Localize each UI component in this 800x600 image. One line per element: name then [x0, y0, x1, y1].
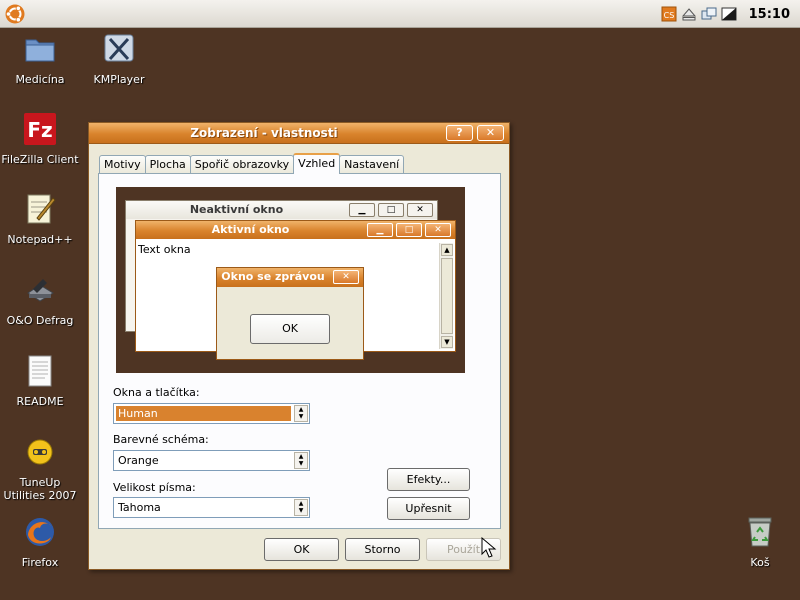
clock[interactable]: 15:10 — [749, 7, 790, 22]
preview-msg-title: Okno se zprávou — [221, 270, 325, 283]
desktop-icon-label: O&O Defrag — [6, 314, 74, 327]
desktop-icon-label: Medicína — [15, 73, 65, 86]
preview-active-title: Aktivní okno — [211, 223, 290, 236]
svg-text:CS: CS — [663, 11, 674, 20]
top-panel: CS 15:10 — [0, 0, 800, 28]
tab-plocha[interactable]: Plocha — [144, 155, 191, 174]
notepad-icon — [27, 194, 56, 224]
scroll-down-icon: ▼ — [441, 336, 453, 348]
ubuntu-menu-icon[interactable] — [4, 3, 26, 25]
folder-icon — [25, 39, 55, 62]
tab-vzhled[interactable]: Vzhled — [293, 153, 341, 174]
desktop-icon-label: TuneUp Utilities 2007 — [3, 476, 77, 502]
preview-message-box: Okno se zprávou ✕ OK — [216, 267, 364, 360]
firefox-icon — [26, 518, 54, 546]
preview-close-icon: ✕ — [425, 223, 451, 237]
dialog-titlebar[interactable]: Zobrazení - vlastnosti ? ✕ — [89, 123, 509, 144]
tab-strip: Motivy Plocha Spořič obrazovky Vzhled Na… — [99, 153, 405, 174]
desktop-icon-label: FileZilla Client — [1, 153, 79, 166]
appearance-panel: Neaktivní okno ▁ □ ✕ Aktivní okno ▁ □ ✕ … — [98, 173, 501, 529]
tuneup-icon — [27, 439, 53, 465]
preview-inactive-titlebar: Neaktivní okno ▁ □ ✕ — [126, 201, 437, 219]
system-tray: CS 15:10 — [661, 0, 800, 28]
preview-active-titlebar: Aktivní okno ▁ □ ✕ — [136, 221, 455, 239]
mouse-cursor-icon — [481, 537, 497, 558]
preview-scrollbar: ▲ ▼ — [439, 243, 453, 349]
font-size-select[interactable]: Tahoma ▲ ▼ — [113, 497, 310, 518]
desktop-icon-label: Koš — [750, 556, 770, 569]
filezilla-icon: Fz — [24, 113, 56, 145]
select-arrows-icon: ▲ ▼ — [294, 452, 308, 469]
network-icon[interactable] — [701, 6, 717, 22]
windows-buttons-select[interactable]: Human ▲ ▼ — [113, 403, 310, 424]
desktop-icon-notepadpp[interactable]: Notepad++ — [0, 192, 80, 246]
tab-motivy[interactable]: Motivy — [99, 155, 146, 174]
windows-buttons-value: Human — [116, 406, 291, 421]
preview-minimize-icon: ▁ — [367, 223, 393, 237]
preview-minimize-icon: ▁ — [349, 203, 375, 217]
eject-icon[interactable] — [681, 6, 697, 22]
desktop-icon-medicina[interactable]: Medicína — [0, 32, 80, 86]
cs-icon[interactable]: CS — [661, 6, 677, 22]
desktop-icon-label: Firefox — [21, 556, 59, 569]
svg-text:Fz: Fz — [27, 118, 52, 142]
select-arrows-icon: ▲ ▼ — [294, 405, 308, 422]
ok-button[interactable]: OK — [264, 538, 339, 561]
tab-nastaveni[interactable]: Nastavení — [339, 155, 405, 174]
desktop-icon-kmplayer[interactable]: KMPlayer — [79, 32, 159, 86]
preview-maximize-icon: □ — [378, 203, 404, 217]
defrag-icon — [27, 279, 54, 302]
display-properties-dialog: Zobrazení - vlastnosti ? ✕ Motivy Plocha… — [88, 122, 510, 570]
windows-buttons-label: Okna a tlačítka: — [113, 386, 200, 399]
color-scheme-select[interactable]: Orange ▲ ▼ — [113, 450, 310, 471]
cancel-button[interactable]: Storno — [345, 538, 420, 561]
select-arrows-icon: ▲ ▼ — [294, 499, 308, 516]
scroll-up-icon: ▲ — [441, 244, 453, 256]
kmplayer-icon — [104, 34, 134, 62]
help-button[interactable]: ? — [446, 125, 473, 141]
preview-ok-button: OK — [250, 314, 330, 344]
dialog-title: Zobrazení - vlastnosti — [190, 126, 338, 140]
desktop-icon-label: Notepad++ — [7, 233, 73, 246]
desktop-icon-label: README — [16, 395, 64, 408]
color-scheme-label: Barevné schéma: — [113, 433, 209, 446]
scroll-thumb — [441, 258, 453, 334]
close-button[interactable]: ✕ — [477, 125, 504, 141]
preview-close-icon: ✕ — [407, 203, 433, 217]
desktop-icon-oodefrag[interactable]: O&O Defrag — [0, 273, 80, 327]
battery-icon[interactable] — [721, 6, 737, 22]
advanced-button[interactable]: Upřesnit — [387, 497, 470, 520]
trash-icon — [748, 517, 772, 547]
desktop-icon-trash[interactable]: Koš — [720, 515, 800, 569]
preview-maximize-icon: □ — [396, 223, 422, 237]
preview-inactive-title: Neaktivní okno — [189, 203, 284, 216]
appearance-preview: Neaktivní okno ▁ □ ✕ Aktivní okno ▁ □ ✕ … — [116, 187, 465, 373]
font-size-label: Velikost písma: — [113, 481, 196, 494]
desktop-icon-label: KMPlayer — [93, 73, 145, 86]
desktop-icon-firefox[interactable]: Firefox — [0, 515, 80, 569]
color-scheme-value: Orange — [118, 454, 159, 467]
preview-close-icon: ✕ — [333, 270, 359, 284]
document-icon — [28, 355, 52, 387]
font-size-value: Tahoma — [118, 501, 161, 514]
preview-msg-titlebar: Okno se zprávou ✕ — [217, 268, 363, 287]
desktop-icon-readme[interactable]: README — [0, 354, 80, 408]
effects-button[interactable]: Efekty... — [387, 468, 470, 491]
desktop-icon-tuneup[interactable]: TuneUp Utilities 2007 — [0, 435, 80, 502]
tab-screensaver[interactable]: Spořič obrazovky — [189, 155, 295, 174]
desktop-icon-filezilla[interactable]: Fz FileZilla Client — [0, 112, 80, 166]
preview-window-text: Text okna — [138, 243, 191, 256]
